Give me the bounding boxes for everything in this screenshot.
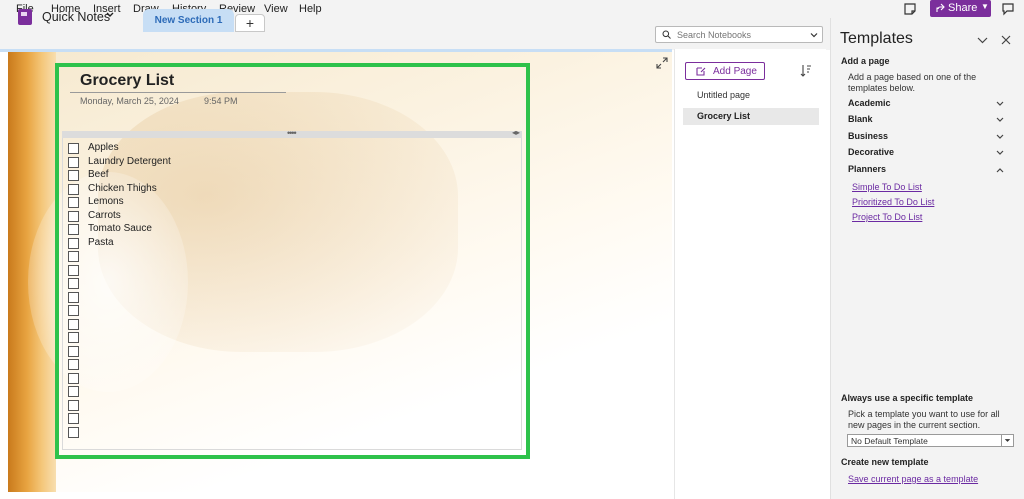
template-link[interactable]: Prioritized To Do List: [852, 197, 934, 207]
checkbox[interactable]: [68, 264, 79, 276]
page-title[interactable]: Grocery List: [80, 72, 174, 90]
checkbox[interactable]: [68, 413, 79, 424]
chevron-down-icon[interactable]: [996, 150, 1004, 156]
add-section-button[interactable]: +: [235, 14, 265, 32]
share-button[interactable]: Share ▼: [930, 0, 991, 17]
notebook-name[interactable]: Quick Notes: [42, 10, 110, 24]
chevron-down-icon[interactable]: [977, 36, 988, 45]
create-template-heading: Create new template: [841, 457, 929, 467]
list-item[interactable]: Laundry Detergent: [88, 156, 171, 167]
template-category[interactable]: Blank: [848, 114, 873, 124]
checkbox[interactable]: [68, 372, 79, 384]
checkbox[interactable]: [68, 318, 79, 330]
chevron-down-icon[interactable]: [105, 10, 115, 20]
search-notebooks[interactable]: [655, 26, 823, 43]
checkbox[interactable]: [68, 237, 79, 249]
template-category[interactable]: Business: [848, 131, 888, 141]
template-link[interactable]: Project To Do List: [852, 212, 922, 222]
checkbox[interactable]: [68, 156, 79, 168]
menu-help[interactable]: Help: [299, 3, 322, 15]
chevron-down-icon[interactable]: [1001, 435, 1013, 446]
template-category[interactable]: Planners: [848, 164, 886, 174]
checkbox[interactable]: [68, 399, 79, 411]
add-page-icon: [696, 67, 706, 76]
title-underline: [70, 92, 286, 93]
notebook-icon[interactable]: [18, 9, 32, 25]
list-item[interactable]: Tomato Sauce: [88, 223, 152, 234]
checkbox[interactable]: [68, 386, 79, 397]
chevron-down-icon[interactable]: [810, 31, 818, 39]
save-as-template-link[interactable]: Save current page as a template: [848, 474, 978, 484]
checkbox[interactable]: [68, 291, 79, 303]
chevron-down-icon[interactable]: ▼: [981, 2, 989, 11]
list-item[interactable]: Chicken Thighs: [88, 183, 157, 194]
search-input[interactable]: [677, 29, 807, 41]
chevron-down-icon[interactable]: [996, 101, 1004, 107]
checkbox[interactable]: [68, 278, 79, 289]
share-label: Share: [948, 2, 978, 14]
add-page-heading: Add a page: [841, 56, 890, 66]
add-page-label: Add Page: [713, 66, 757, 77]
list-item[interactable]: Carrots: [88, 210, 121, 221]
checkbox[interactable]: [68, 332, 79, 343]
sort-icon[interactable]: [800, 64, 812, 77]
close-icon[interactable]: [1001, 35, 1011, 45]
template-category[interactable]: Academic: [848, 98, 891, 108]
list-item[interactable]: Apples: [88, 142, 119, 153]
list-item[interactable]: Pasta: [88, 237, 114, 248]
list-item[interactable]: Lemons: [88, 196, 124, 207]
checkbox[interactable]: [68, 170, 79, 181]
chevron-down-icon[interactable]: [996, 134, 1004, 140]
page-item-grocery-list[interactable]: Grocery List: [683, 108, 819, 125]
always-template-heading: Always use a specific template: [841, 393, 974, 403]
page-item-untitled[interactable]: Untitled page: [683, 87, 819, 104]
always-template-description: Pick a template you want to use for all …: [848, 409, 1000, 430]
default-template-value: No Default Template: [851, 436, 928, 446]
search-icon: [662, 30, 671, 39]
template-link[interactable]: Simple To Do List: [852, 182, 922, 192]
checkbox[interactable]: [68, 197, 79, 208]
checkbox[interactable]: [68, 345, 79, 357]
share-icon: [936, 3, 945, 12]
menu-view[interactable]: View: [264, 3, 288, 15]
add-page-description: Add a page based on one of the templates…: [848, 72, 977, 93]
checkbox[interactable]: [68, 143, 79, 154]
chevron-up-icon[interactable]: [996, 167, 1004, 173]
drag-handle-icon[interactable]: ••••: [287, 128, 297, 138]
checkbox[interactable]: [68, 359, 79, 370]
chevron-down-icon[interactable]: [996, 117, 1004, 123]
checkbox[interactable]: [68, 183, 79, 195]
resize-handle-icon[interactable]: ◂▸: [512, 128, 520, 137]
template-category[interactable]: Decorative: [848, 147, 894, 157]
checkbox[interactable]: [68, 224, 79, 235]
templates-title: Templates: [840, 30, 913, 47]
default-template-select[interactable]: No Default Template: [847, 434, 1014, 447]
expand-icon[interactable]: [656, 57, 668, 69]
page-date: Monday, March 25, 2024: [80, 96, 179, 106]
checkbox[interactable]: [68, 305, 79, 316]
list-item[interactable]: Beef: [88, 169, 109, 180]
feedback-icon[interactable]: [1001, 2, 1015, 16]
checkbox[interactable]: [68, 426, 79, 438]
add-page-button[interactable]: Add Page: [685, 62, 765, 80]
page-time: 9:54 PM: [204, 96, 238, 106]
sticky-note-icon[interactable]: [903, 2, 917, 16]
tab-new-section-1[interactable]: New Section 1: [143, 9, 234, 32]
checkbox[interactable]: [68, 210, 79, 222]
checkbox[interactable]: [68, 251, 79, 262]
